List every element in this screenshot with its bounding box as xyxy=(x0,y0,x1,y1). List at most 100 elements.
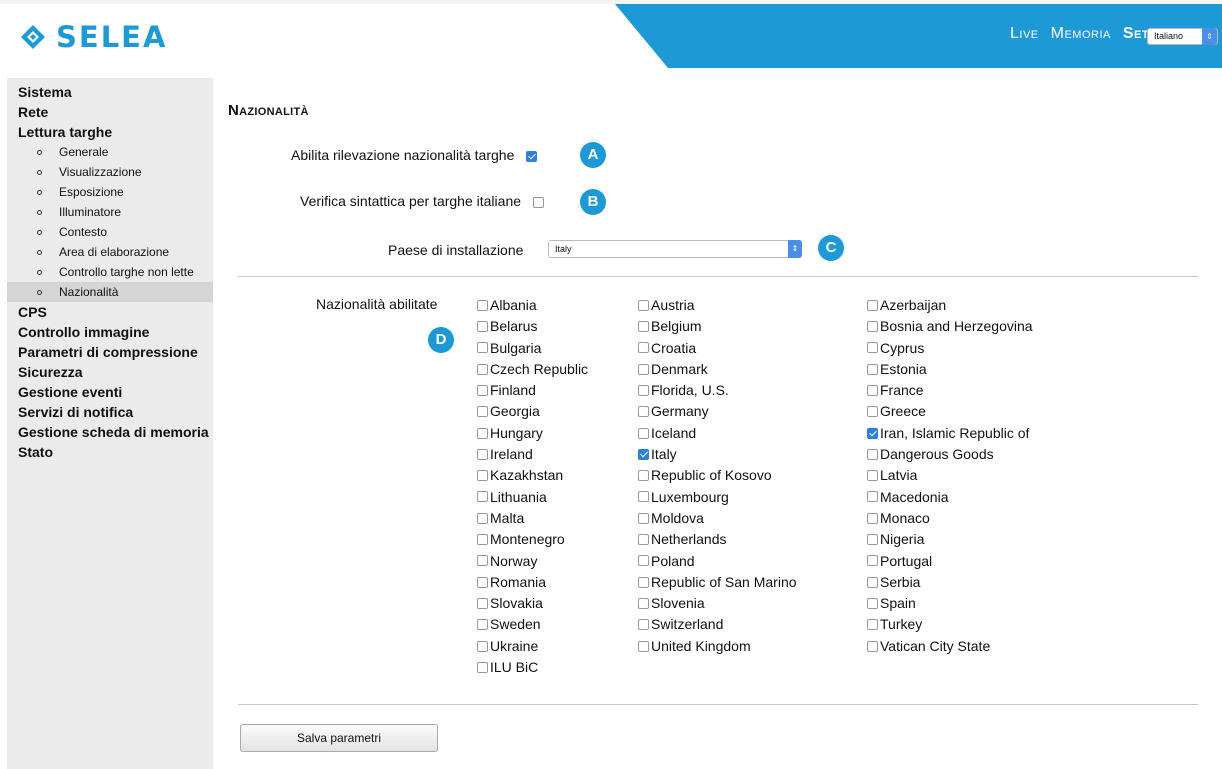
nationality-checkbox[interactable] xyxy=(638,321,649,333)
nationality-item[interactable]: Sweden xyxy=(477,614,588,635)
nationality-item[interactable]: Nigeria xyxy=(867,529,1033,550)
sidebar-item-sicurezza[interactable]: Sicurezza xyxy=(7,362,213,382)
sidebar-item-servizi-notifica[interactable]: Servizi di notifica xyxy=(7,402,213,422)
nationality-checkbox[interactable] xyxy=(867,512,878,524)
nationality-item[interactable]: Lithuania xyxy=(477,487,588,508)
sidebar-item-gestione-scheda[interactable]: Gestione scheda di memoria xyxy=(7,422,213,442)
nationality-checkbox[interactable] xyxy=(477,661,488,673)
nationality-checkbox[interactable] xyxy=(638,619,649,631)
nationality-checkbox[interactable] xyxy=(477,534,488,546)
nationality-item[interactable]: Moldova xyxy=(638,508,797,529)
nav-memoria[interactable]: Memoria xyxy=(1051,25,1111,43)
nationality-checkbox[interactable] xyxy=(638,576,649,588)
nationality-checkbox[interactable] xyxy=(638,555,649,567)
nationality-item[interactable]: Poland xyxy=(638,551,797,572)
sidebar-item-gestione-eventi[interactable]: Gestione eventi xyxy=(7,382,213,402)
sidebar-subitem-generale[interactable]: Generale xyxy=(7,142,213,162)
sidebar-item-cps[interactable]: CPS xyxy=(7,302,213,322)
sidebar-item-lettura-targhe[interactable]: Lettura targhe xyxy=(7,122,213,142)
nationality-checkbox[interactable] xyxy=(638,534,649,546)
nationality-checkbox[interactable] xyxy=(638,470,649,482)
nationality-item[interactable]: Montenegro xyxy=(477,529,588,550)
verify-checkbox[interactable] xyxy=(532,196,544,208)
sidebar-item-rete[interactable]: Rete xyxy=(7,102,213,122)
nationality-checkbox[interactable] xyxy=(867,363,878,375)
sidebar-item-controllo-immagine[interactable]: Controllo immagine xyxy=(7,322,213,342)
sidebar-subitem-illuminatore[interactable]: Illuminatore xyxy=(7,202,213,222)
sidebar-subitem-visualizzazione[interactable]: Visualizzazione xyxy=(7,162,213,182)
nationality-checkbox[interactable] xyxy=(477,342,488,354)
nationality-item[interactable]: Luxembourg xyxy=(638,487,797,508)
nationality-checkbox[interactable] xyxy=(477,597,488,609)
nationality-item[interactable]: Serbia xyxy=(867,572,1033,593)
nationality-checkbox[interactable] xyxy=(638,427,649,439)
sidebar-item-parametri-compressione[interactable]: Parametri di compressione xyxy=(7,342,213,362)
nationality-item[interactable]: Portugal xyxy=(867,551,1033,572)
nationality-checkbox[interactable] xyxy=(867,576,878,588)
selea-logo[interactable]: SELEA xyxy=(20,20,167,54)
nationality-item[interactable]: Malta xyxy=(477,508,588,529)
nationality-item[interactable]: Croatia xyxy=(638,338,797,359)
nationality-checkbox[interactable] xyxy=(638,299,649,311)
nationality-checkbox[interactable] xyxy=(477,555,488,567)
nationality-item[interactable]: Turkey xyxy=(867,614,1033,635)
sidebar-item-stato[interactable]: Stato xyxy=(7,442,213,462)
nationality-checkbox[interactable] xyxy=(638,512,649,524)
nationality-checkbox[interactable] xyxy=(638,342,649,354)
nationality-checkbox[interactable] xyxy=(867,427,878,439)
nationality-checkbox[interactable] xyxy=(867,619,878,631)
nationality-checkbox[interactable] xyxy=(477,321,488,333)
nationality-checkbox[interactable] xyxy=(867,534,878,546)
nationality-item[interactable]: Finland xyxy=(477,380,588,401)
nationality-item[interactable]: Italy xyxy=(638,444,797,465)
nationality-checkbox[interactable] xyxy=(638,491,649,503)
nationality-checkbox[interactable] xyxy=(477,384,488,396)
nationality-item[interactable]: Switzerland xyxy=(638,614,797,635)
nationality-item[interactable]: Republic of San Marino xyxy=(638,572,797,593)
nationality-checkbox[interactable] xyxy=(638,406,649,418)
nationality-item[interactable]: Kazakhstan xyxy=(477,465,588,486)
nav-live[interactable]: Live xyxy=(1010,25,1039,43)
nationality-checkbox[interactable] xyxy=(477,491,488,503)
nationality-checkbox[interactable] xyxy=(867,321,878,333)
nationality-item[interactable]: Iceland xyxy=(638,423,797,444)
nationality-item[interactable]: Cyprus xyxy=(867,338,1033,359)
sidebar-subitem-esposizione[interactable]: Esposizione xyxy=(7,182,213,202)
nationality-item[interactable]: Bulgaria xyxy=(477,338,588,359)
nationality-checkbox[interactable] xyxy=(638,448,649,460)
nationality-item[interactable]: Slovakia xyxy=(477,593,588,614)
nationality-item[interactable]: Macedonia xyxy=(867,487,1033,508)
nationality-checkbox[interactable] xyxy=(867,470,878,482)
nationality-checkbox[interactable] xyxy=(638,384,649,396)
language-select[interactable]: Italiano ⇕ xyxy=(1147,28,1218,45)
nationality-checkbox[interactable] xyxy=(638,597,649,609)
sidebar-subitem-area-elaborazione[interactable]: Area di elaborazione xyxy=(7,242,213,262)
nationality-checkbox[interactable] xyxy=(638,363,649,375)
nationality-checkbox[interactable] xyxy=(867,299,878,311)
sidebar-subitem-nazionalita[interactable]: Nazionalità xyxy=(7,282,213,302)
nationality-checkbox[interactable] xyxy=(867,448,878,460)
nationality-checkbox[interactable] xyxy=(477,448,488,460)
nationality-item[interactable]: United Kingdom xyxy=(638,636,797,657)
nationality-item[interactable]: Albania xyxy=(477,295,588,316)
nationality-item[interactable]: Estonia xyxy=(867,359,1033,380)
nationality-checkbox[interactable] xyxy=(477,363,488,375)
sidebar-item-sistema[interactable]: Sistema xyxy=(7,82,213,102)
nationality-item[interactable]: Slovenia xyxy=(638,593,797,614)
nationality-item[interactable]: Iran, Islamic Republic of xyxy=(867,423,1033,444)
nationality-item[interactable]: Monaco xyxy=(867,508,1033,529)
nationality-checkbox[interactable] xyxy=(477,640,488,652)
nationality-checkbox[interactable] xyxy=(477,512,488,524)
nationality-item[interactable]: Dangerous Goods xyxy=(867,444,1033,465)
nationality-item[interactable]: Republic of Kosovo xyxy=(638,465,797,486)
nationality-item[interactable]: Spain xyxy=(867,593,1033,614)
nationality-item[interactable]: ILU BiC xyxy=(477,657,588,678)
nationality-item[interactable]: Georgia xyxy=(477,401,588,422)
save-button[interactable]: Salva parametri xyxy=(240,724,438,752)
nationality-checkbox[interactable] xyxy=(867,384,878,396)
nationality-checkbox[interactable] xyxy=(477,406,488,418)
nationality-checkbox[interactable] xyxy=(867,597,878,609)
nationality-checkbox[interactable] xyxy=(477,576,488,588)
nationality-item[interactable]: Azerbaijan xyxy=(867,295,1033,316)
sidebar-subitem-contesto[interactable]: Contesto xyxy=(7,222,213,242)
